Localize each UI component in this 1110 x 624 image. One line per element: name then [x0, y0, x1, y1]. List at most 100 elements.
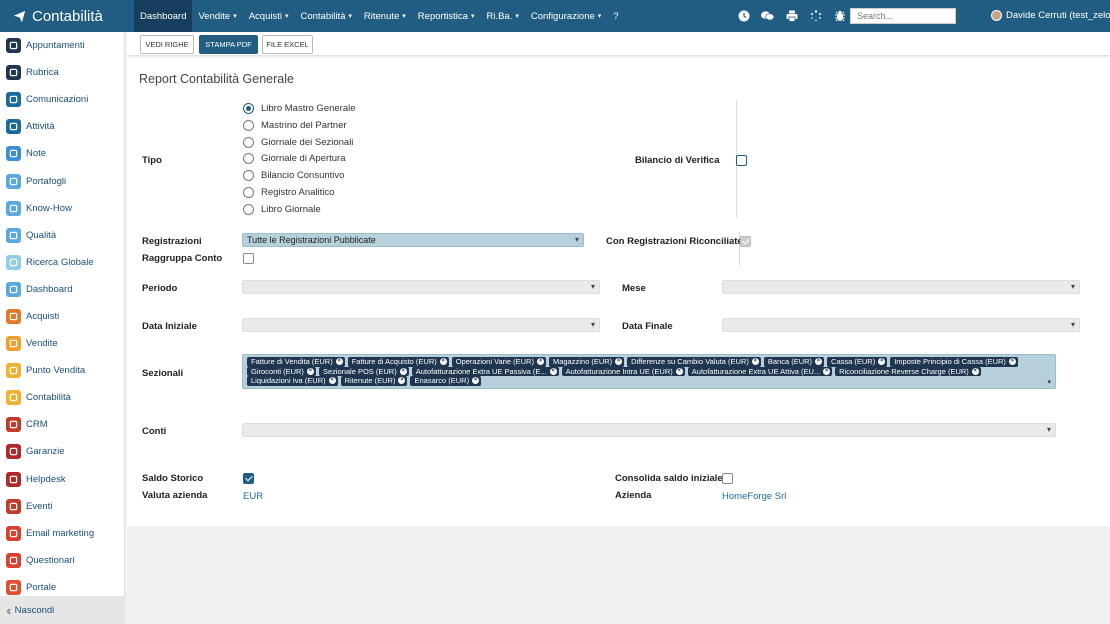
vedi-righe-button[interactable]: VEDI RIGHE: [140, 35, 194, 54]
sidebar-item-label: Attività: [26, 121, 55, 133]
dashboard-icon: [6, 281, 21, 297]
sidebar-item[interactable]: Appuntamenti: [0, 32, 124, 59]
sidebar-item[interactable]: Qualità: [0, 222, 124, 249]
clock-icon[interactable]: [737, 9, 750, 22]
remove-tag-icon[interactable]: ×: [878, 358, 886, 366]
chat-icon[interactable]: [761, 9, 774, 22]
sezionale-tag-label: Ritenute (EUR): [344, 376, 396, 386]
file-excel-button[interactable]: FILE EXCEL: [262, 35, 313, 54]
radio-button[interactable]: [243, 170, 254, 182]
sidebar-item[interactable]: Dashboard: [0, 276, 124, 303]
bilancio-verifica-checkbox[interactable]: [736, 155, 747, 166]
sidebar-item-label: Qualità: [26, 229, 57, 241]
tipo-radio-option[interactable]: Giornale di Apertura: [243, 153, 346, 165]
tipo-radio-option[interactable]: Giornale dei Sezionali: [243, 136, 353, 148]
radio-button[interactable]: [243, 119, 254, 131]
menu-item[interactable]: Dashboard: [134, 0, 193, 32]
mese-select[interactable]: ▾: [722, 280, 1080, 294]
quality-icon: [6, 227, 21, 243]
remove-tag-icon[interactable]: ×: [439, 358, 447, 366]
print-icon[interactable]: [785, 9, 798, 22]
sidebar-item[interactable]: Helpdesk: [0, 466, 124, 493]
consolida-checkbox[interactable]: [722, 473, 733, 484]
avatar: [991, 10, 1002, 21]
data-iniziale-select[interactable]: ▾: [242, 318, 600, 332]
spinner-icon[interactable]: [809, 9, 822, 22]
menu-item-label: Ritenute: [363, 10, 400, 22]
remove-tag-icon[interactable]: ×: [815, 358, 823, 366]
sidebar-item[interactable]: Acquisti: [0, 303, 124, 330]
remove-tag-icon[interactable]: ×: [328, 377, 336, 385]
sezionale-tag: Giroconti (EUR) ×: [247, 366, 316, 376]
sidebar-item[interactable]: Contabilità: [0, 384, 124, 411]
remove-tag-icon[interactable]: ×: [971, 367, 979, 375]
remove-tag-icon[interactable]: ×: [823, 367, 831, 375]
sidebar-item[interactable]: Know-How: [0, 195, 124, 222]
sidebar-item[interactable]: Punto Vendita: [0, 357, 124, 384]
tipo-radio-option[interactable]: Libro Giornale: [243, 203, 321, 215]
menu-item[interactable]: Vendite ▾: [192, 0, 242, 32]
sidebar-item[interactable]: Portafogli: [0, 167, 124, 194]
sidebar-item[interactable]: Rubrica: [0, 59, 124, 86]
sidebar-hide-button[interactable]: ‹‹ Nascondi: [0, 596, 125, 624]
sidebar-item[interactable]: Note: [0, 140, 124, 167]
stampa-pdf-button[interactable]: STAMPA PDF: [199, 35, 258, 54]
radio-button[interactable]: [243, 103, 254, 114]
menu-item[interactable]: Acquisti ▾: [243, 0, 295, 32]
remove-tag-icon[interactable]: ×: [536, 358, 544, 366]
sidebar-item[interactable]: Questionari: [0, 547, 124, 574]
sezionale-tag-label: Liquidazioni Iva (EUR): [251, 376, 326, 386]
menu-item[interactable]: Ritenute ▾: [358, 0, 412, 32]
menu-item[interactable]: Reportistica ▾: [412, 0, 481, 32]
radio-button[interactable]: [243, 203, 254, 215]
sidebar-item[interactable]: Comunicazioni: [0, 86, 124, 113]
sidebar-item[interactable]: Ricerca Globale: [0, 249, 124, 276]
radio-button[interactable]: [243, 153, 254, 165]
tipo-radio-option[interactable]: Libro Mastro Generale: [243, 103, 356, 114]
remove-tag-icon[interactable]: ×: [399, 367, 407, 375]
search-input[interactable]: [850, 8, 956, 24]
remove-tag-icon[interactable]: ×: [1008, 358, 1016, 366]
remove-tag-icon[interactable]: ×: [675, 367, 683, 375]
azienda-value[interactable]: HomeForge Srl: [722, 491, 786, 502]
sezionale-tag-label: Fatture di Acquisto (EUR): [351, 357, 437, 367]
sidebar-item[interactable]: Eventi: [0, 493, 124, 520]
sidebar-item[interactable]: Garanzie: [0, 438, 124, 465]
sezionale-tag: Ritenute (EUR) ×: [340, 376, 408, 386]
user-menu[interactable]: Davide Cerruti (test_zelo): [991, 10, 1110, 21]
sidebar-item[interactable]: Email marketing: [0, 520, 124, 547]
remove-tag-icon[interactable]: ×: [306, 367, 314, 375]
riconciliate-checkbox[interactable]: [740, 236, 751, 247]
bug-icon[interactable]: [833, 9, 846, 22]
periodo-select[interactable]: ▾: [242, 280, 600, 294]
sezionale-tag: Liquidazioni Iva (EUR) ×: [247, 376, 338, 386]
tipo-radio-option[interactable]: Registro Analitico: [243, 187, 334, 198]
remove-tag-icon[interactable]: ×: [398, 377, 406, 385]
remove-tag-icon[interactable]: ×: [615, 358, 623, 366]
app-brand[interactable]: Contabilità: [0, 0, 134, 32]
conti-select[interactable]: ▾: [242, 423, 1056, 437]
menu-item[interactable]: Configurazione ▾: [525, 0, 607, 32]
valuta-value[interactable]: EUR: [243, 491, 263, 502]
tipo-radio-option[interactable]: Bilancio Consuntivo: [243, 170, 344, 182]
menu-item[interactable]: ?: [607, 0, 624, 32]
sidebar-item[interactable]: CRM: [0, 411, 124, 438]
remove-tag-icon[interactable]: ×: [549, 367, 557, 375]
data-finale-select[interactable]: ▾: [722, 318, 1080, 332]
remove-tag-icon[interactable]: ×: [472, 377, 480, 385]
saldo-storico-checkbox[interactable]: [243, 473, 254, 484]
tipo-radio-option[interactable]: Mastrino del Partner: [243, 119, 347, 131]
remove-tag-icon[interactable]: ×: [335, 358, 343, 366]
registrazioni-select[interactable]: Tutte le Registrazioni Pubblicate ▾: [242, 233, 584, 247]
sezionali-multiselect[interactable]: Fatture di Vendita (EUR) × Fatture di Acqu…: [242, 354, 1056, 389]
radio-button[interactable]: [243, 136, 254, 148]
sidebar-item[interactable]: Attività: [0, 113, 124, 140]
sezionale-tag-label: Sezionale POS (EUR): [322, 366, 397, 376]
raggruppa-conto-checkbox[interactable]: [243, 253, 254, 264]
radio-button[interactable]: [243, 187, 254, 198]
remove-tag-icon[interactable]: ×: [751, 358, 759, 366]
menu-item[interactable]: Ri.Ba. ▾: [480, 0, 524, 32]
sidebar-item[interactable]: Vendite: [0, 330, 124, 357]
bilancio-verifica-label: Bilancio di Verifica: [635, 155, 720, 166]
menu-item[interactable]: Contabilità ▾: [294, 0, 357, 32]
